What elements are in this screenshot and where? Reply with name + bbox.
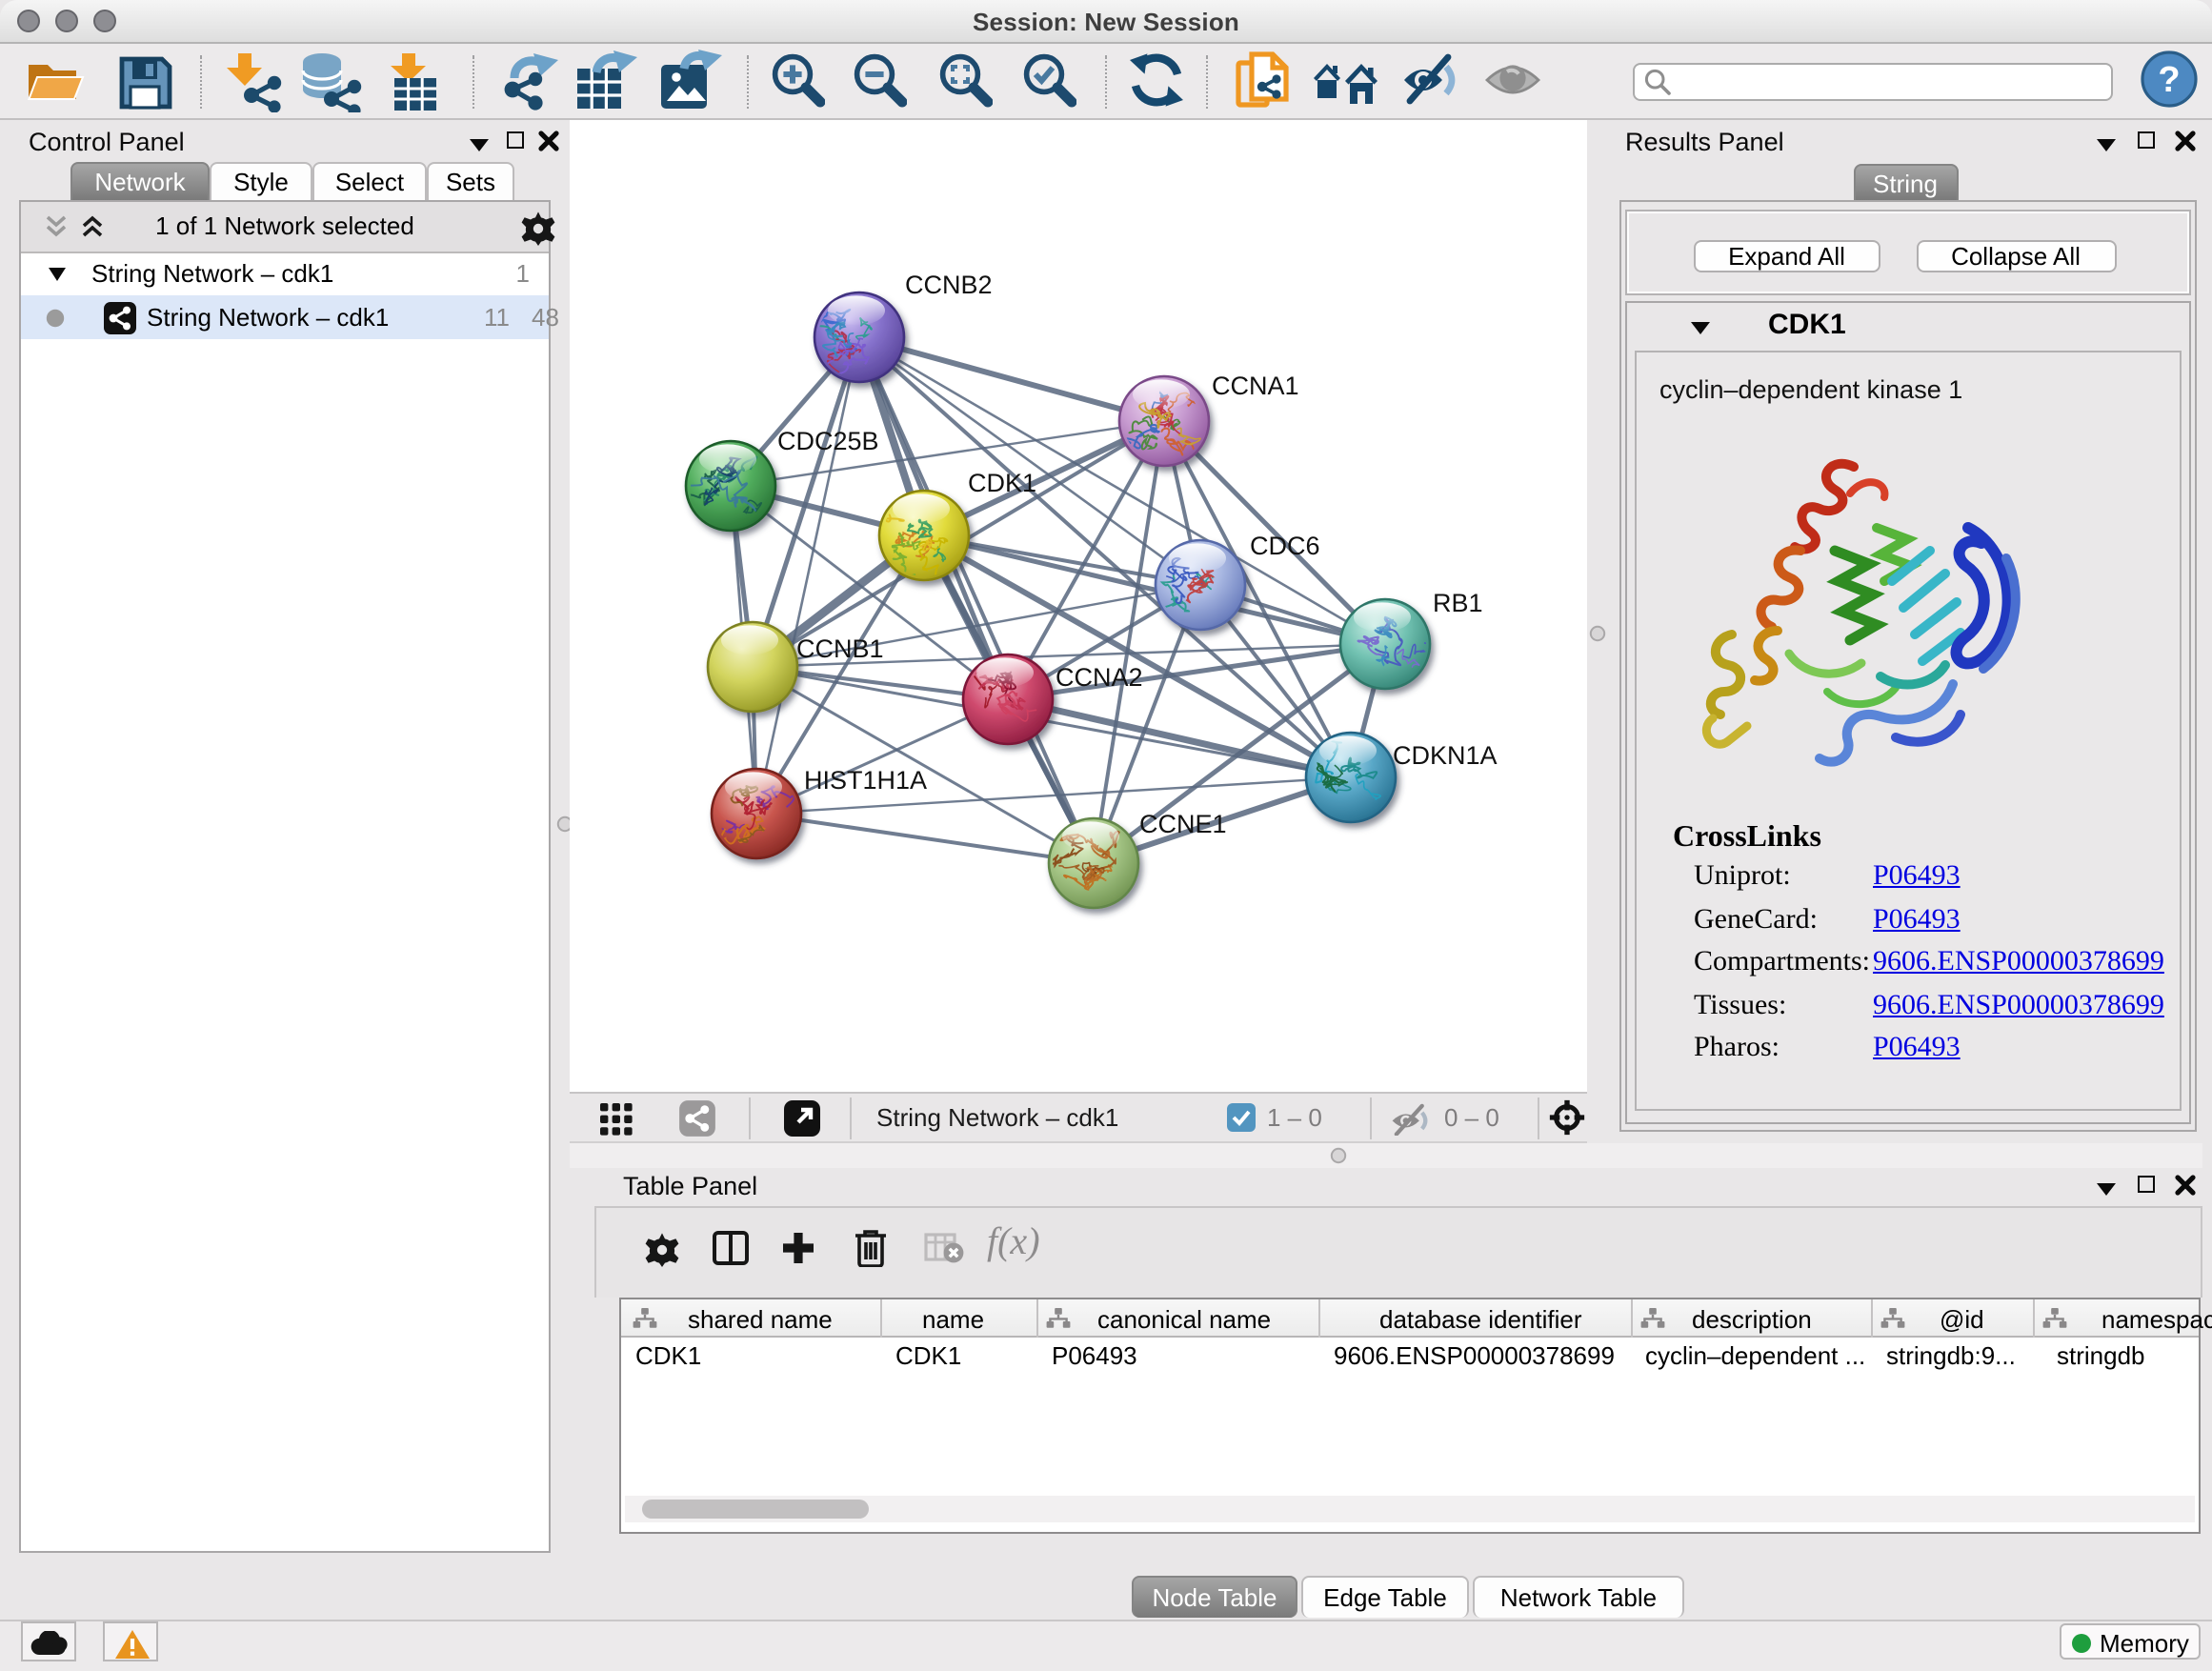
svg-text:CCNB1: CCNB1 [796, 634, 884, 663]
svg-text:CCNA1: CCNA1 [1212, 372, 1299, 400]
svg-text:CDC25B: CDC25B [777, 427, 879, 455]
svg-text:CCNB2: CCNB2 [905, 271, 993, 299]
svg-text:?: ? [2158, 60, 2180, 100]
svg-text:CCNE1: CCNE1 [1139, 810, 1227, 838]
svg-text:CDKN1A: CDKN1A [1393, 741, 1498, 770]
svg-text:HIST1H1A: HIST1H1A [804, 766, 927, 795]
svg-text:CDC6: CDC6 [1250, 532, 1320, 560]
svg-text:RB1: RB1 [1433, 589, 1483, 617]
svg-text:CCNA2: CCNA2 [1056, 663, 1143, 692]
svg-text:CDK1: CDK1 [968, 469, 1036, 497]
